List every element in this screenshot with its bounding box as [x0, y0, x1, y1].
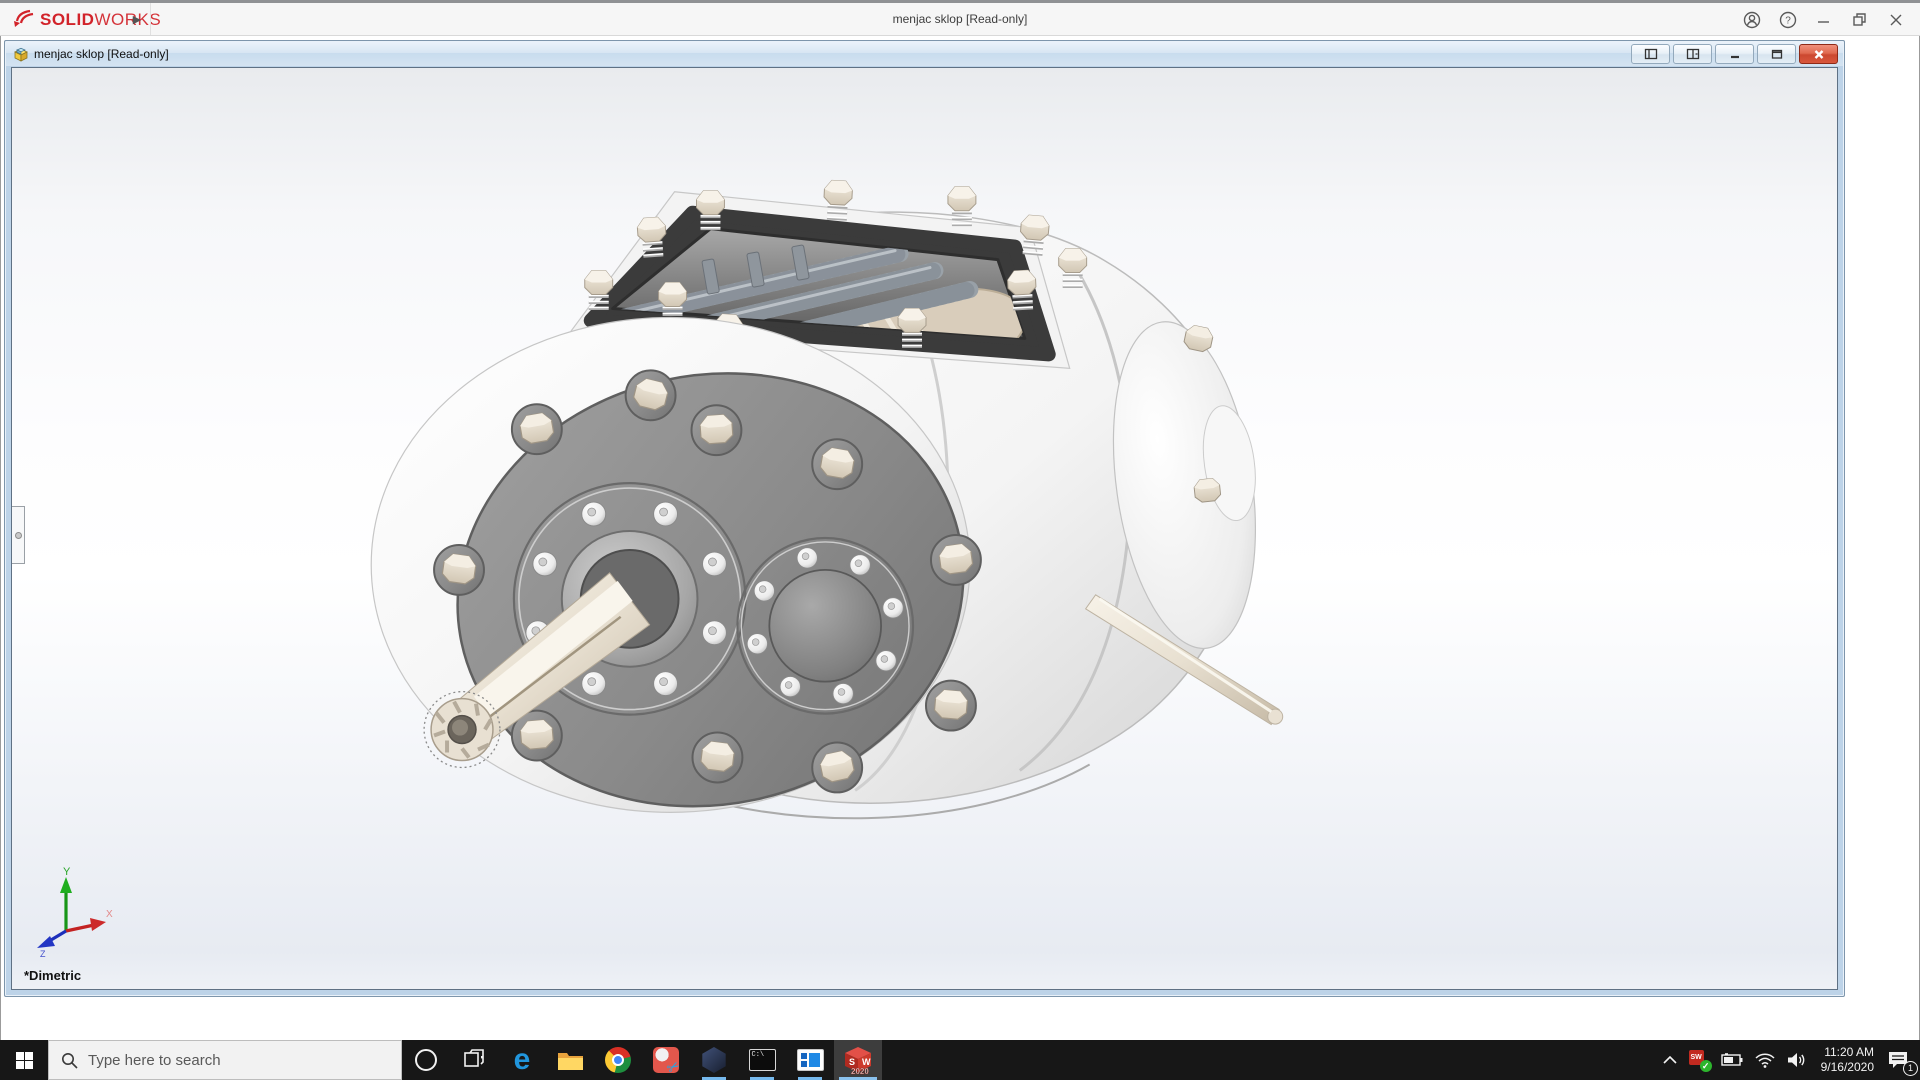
edge-icon: e: [513, 1043, 531, 1076]
chrome-icon: [605, 1047, 631, 1073]
assembly-icon: [14, 47, 28, 62]
capture-tool-button[interactable]: ✂: [642, 1040, 690, 1080]
pane-right-icon: [1686, 48, 1699, 60]
task-view-icon: [464, 1049, 484, 1067]
chevron-up-icon: [1663, 1056, 1677, 1064]
chrome-button[interactable]: [594, 1040, 642, 1080]
orientation-triad: Y X Z: [37, 866, 113, 957]
capture-tool-icon: ✂: [653, 1047, 679, 1073]
task-view-button[interactable]: [450, 1040, 498, 1080]
triad-z-label: Z: [40, 949, 46, 957]
close-button[interactable]: [1878, 6, 1914, 34]
clock-date: 9/16/2020: [1820, 1060, 1874, 1074]
hexagon-app-button[interactable]: [690, 1040, 738, 1080]
pane-left-icon: [1644, 48, 1657, 60]
feature-tree-collapsed-tab[interactable]: [12, 506, 25, 564]
doc-minimize-icon: [1730, 55, 1739, 59]
document-titlebar[interactable]: menjac sklop [Read-only]: [6, 42, 1843, 66]
svg-text:2020: 2020: [851, 1067, 869, 1075]
mdi-area: menjac sklop [Read-only] Y X Z *Dimetric: [1, 36, 1919, 1040]
doc-minimize-button[interactable]: [1715, 44, 1754, 64]
battery-tray[interactable]: [1715, 1040, 1749, 1080]
view-orientation-label: *Dimetric: [24, 968, 82, 983]
windows-logo-icon: [15, 1051, 33, 1069]
solidworks-logo-mark: [14, 9, 34, 27]
cortana-icon: [415, 1049, 437, 1071]
help-button[interactable]: ?: [1770, 6, 1806, 34]
account-icon: [1743, 11, 1761, 28]
titlebar-divider: [150, 3, 151, 35]
solidworks-monitor-tray[interactable]: SW ✓: [1683, 1040, 1715, 1080]
action-center-button[interactable]: 1: [1882, 1040, 1920, 1080]
svg-text:S: S: [849, 1057, 855, 1067]
minimize-button[interactable]: [1806, 6, 1842, 34]
document-window: menjac sklop [Read-only] Y X Z *Dimetric: [4, 40, 1845, 997]
doc-close-button[interactable]: [1799, 44, 1838, 64]
svg-text:W: W: [862, 1057, 871, 1067]
clock-time: 11:20 AM: [1824, 1045, 1874, 1059]
wifi-tray[interactable]: [1749, 1040, 1781, 1080]
doc-restore-button[interactable]: [1757, 44, 1796, 64]
solidworks-2020-button[interactable]: S W 2020: [834, 1040, 882, 1080]
tray-expand-button[interactable]: [1657, 1040, 1683, 1080]
account-button[interactable]: [1734, 6, 1770, 34]
cortana-button[interactable]: [402, 1040, 450, 1080]
taskbar: e ✂ C:\ S W 2020: [0, 1040, 1920, 1080]
battery-icon: [1720, 1053, 1743, 1066]
window-controls: ?: [1734, 3, 1914, 36]
solidworks-window: SOLIDWORKS ▶ menjac sklop [Read-only] ?: [0, 0, 1920, 1080]
app-title: menjac sklop [Read-only]: [892, 12, 1028, 26]
doc-close-icon: [1814, 49, 1823, 59]
file-explorer-button[interactable]: [546, 1040, 594, 1080]
search-icon: [62, 1052, 78, 1069]
3d-viewport[interactable]: Y X Z *Dimetric: [11, 67, 1838, 990]
wifi-icon: [1755, 1053, 1775, 1068]
taskbar-clock[interactable]: 11:20 AM 9/16/2020: [1813, 1045, 1882, 1075]
notification-badge: 1: [1903, 1061, 1918, 1076]
command-prompt-icon: C:\: [748, 1049, 776, 1071]
doc-pane-right-button[interactable]: [1673, 44, 1712, 64]
solidworks-2020-icon: S W 2020: [845, 1047, 871, 1075]
speaker-icon: [1787, 1053, 1804, 1067]
volume-tray[interactable]: [1781, 1040, 1813, 1080]
close-icon: [1890, 14, 1902, 25]
file-explorer-icon: [557, 1053, 583, 1070]
document-title: menjac sklop [Read-only]: [34, 47, 169, 61]
search-input[interactable]: [88, 1051, 368, 1069]
triad-x-label: X: [106, 909, 113, 920]
document-window-controls: [1631, 44, 1838, 64]
hexagon-app-icon: [702, 1047, 726, 1073]
menu-flyout-arrow-icon[interactable]: ▶: [130, 12, 144, 28]
triad-y-label: Y: [63, 866, 71, 878]
system-tray: SW ✓ 11:20 AM 9/16/2020 1: [1657, 1040, 1920, 1080]
start-button[interactable]: [0, 1040, 48, 1080]
edge-button[interactable]: e: [498, 1040, 546, 1080]
restore-button[interactable]: [1842, 6, 1878, 34]
minimize-icon: [1818, 20, 1829, 23]
media-player-icon: [796, 1049, 824, 1071]
restore-icon: [1853, 12, 1866, 26]
doc-pane-left-button[interactable]: [1631, 44, 1670, 64]
gearbox-model[interactable]: [12, 68, 1837, 989]
splitter-dot-icon: [15, 532, 22, 539]
svg-text:?: ?: [1785, 15, 1791, 26]
app-titlebar[interactable]: SOLIDWORKS ▶ menjac sklop [Read-only] ?: [0, 3, 1920, 36]
taskbar-search[interactable]: [48, 1040, 402, 1080]
doc-restore-icon: [1771, 49, 1782, 59]
media-player-button[interactable]: [786, 1040, 834, 1080]
solidworks-shield-icon: SW ✓: [1688, 1050, 1712, 1072]
help-icon: ?: [1779, 11, 1797, 28]
command-prompt-button[interactable]: C:\: [738, 1040, 786, 1080]
